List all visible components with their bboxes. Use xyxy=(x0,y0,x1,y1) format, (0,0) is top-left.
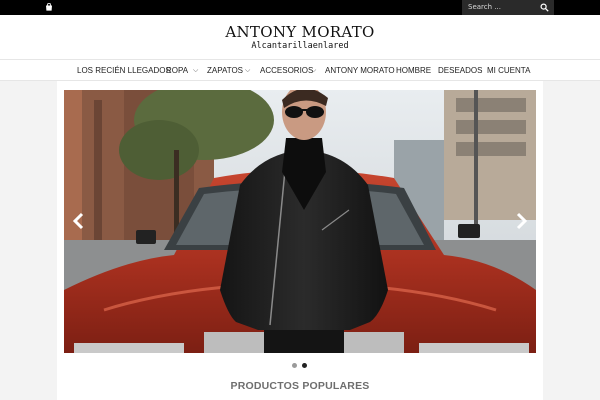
chevron-right-icon[interactable] xyxy=(514,212,528,230)
nav-item-zapatos[interactable]: ZAPATOS xyxy=(207,60,243,81)
chevron-down-icon[interactable]: ⌵ xyxy=(311,60,316,81)
popular-products-title: PRODUCTOS POPULARES xyxy=(230,380,370,392)
site-header: ANTONY MORATO Alcantarillaenlared xyxy=(0,15,600,59)
slider-dot-1[interactable] xyxy=(292,363,297,368)
hero-slide-image xyxy=(64,90,536,353)
main-navigation: LOS RECIÉN LLEGADOS ROPA ⌵ ZAPATOS ⌵ ACC… xyxy=(0,59,600,81)
nav-item-hombre[interactable]: HOMBRE xyxy=(396,60,431,81)
chevron-down-icon[interactable]: ⌵ xyxy=(245,60,250,81)
site-logo-subtitle[interactable]: Alcantarillaenlared xyxy=(0,41,600,51)
nav-item-mi-cuenta[interactable]: MI CUENTA xyxy=(487,60,530,81)
nav-item-deseados[interactable]: DESEADOS xyxy=(438,60,482,81)
search-box xyxy=(462,0,554,15)
top-bar xyxy=(0,0,600,15)
site-logo-title[interactable]: ANTONY MORATO xyxy=(0,23,600,41)
nav-item-recien-llegados[interactable]: LOS RECIÉN LLEGADOS xyxy=(77,60,171,81)
nav-item-antony-morato[interactable]: ANTONY MORATO xyxy=(325,60,395,81)
nav-item-accesorios[interactable]: ACCESORIOS xyxy=(260,60,313,81)
chevron-down-icon[interactable]: ⌵ xyxy=(193,60,198,81)
hero-slider[interactable] xyxy=(64,90,536,353)
search-icon[interactable] xyxy=(540,3,549,12)
search-input[interactable] xyxy=(468,0,532,15)
shopping-bag-icon[interactable] xyxy=(45,3,53,11)
slider-dot-2[interactable] xyxy=(302,363,307,368)
chevron-left-icon[interactable] xyxy=(72,212,86,230)
nav-item-ropa[interactable]: ROPA xyxy=(166,60,188,81)
